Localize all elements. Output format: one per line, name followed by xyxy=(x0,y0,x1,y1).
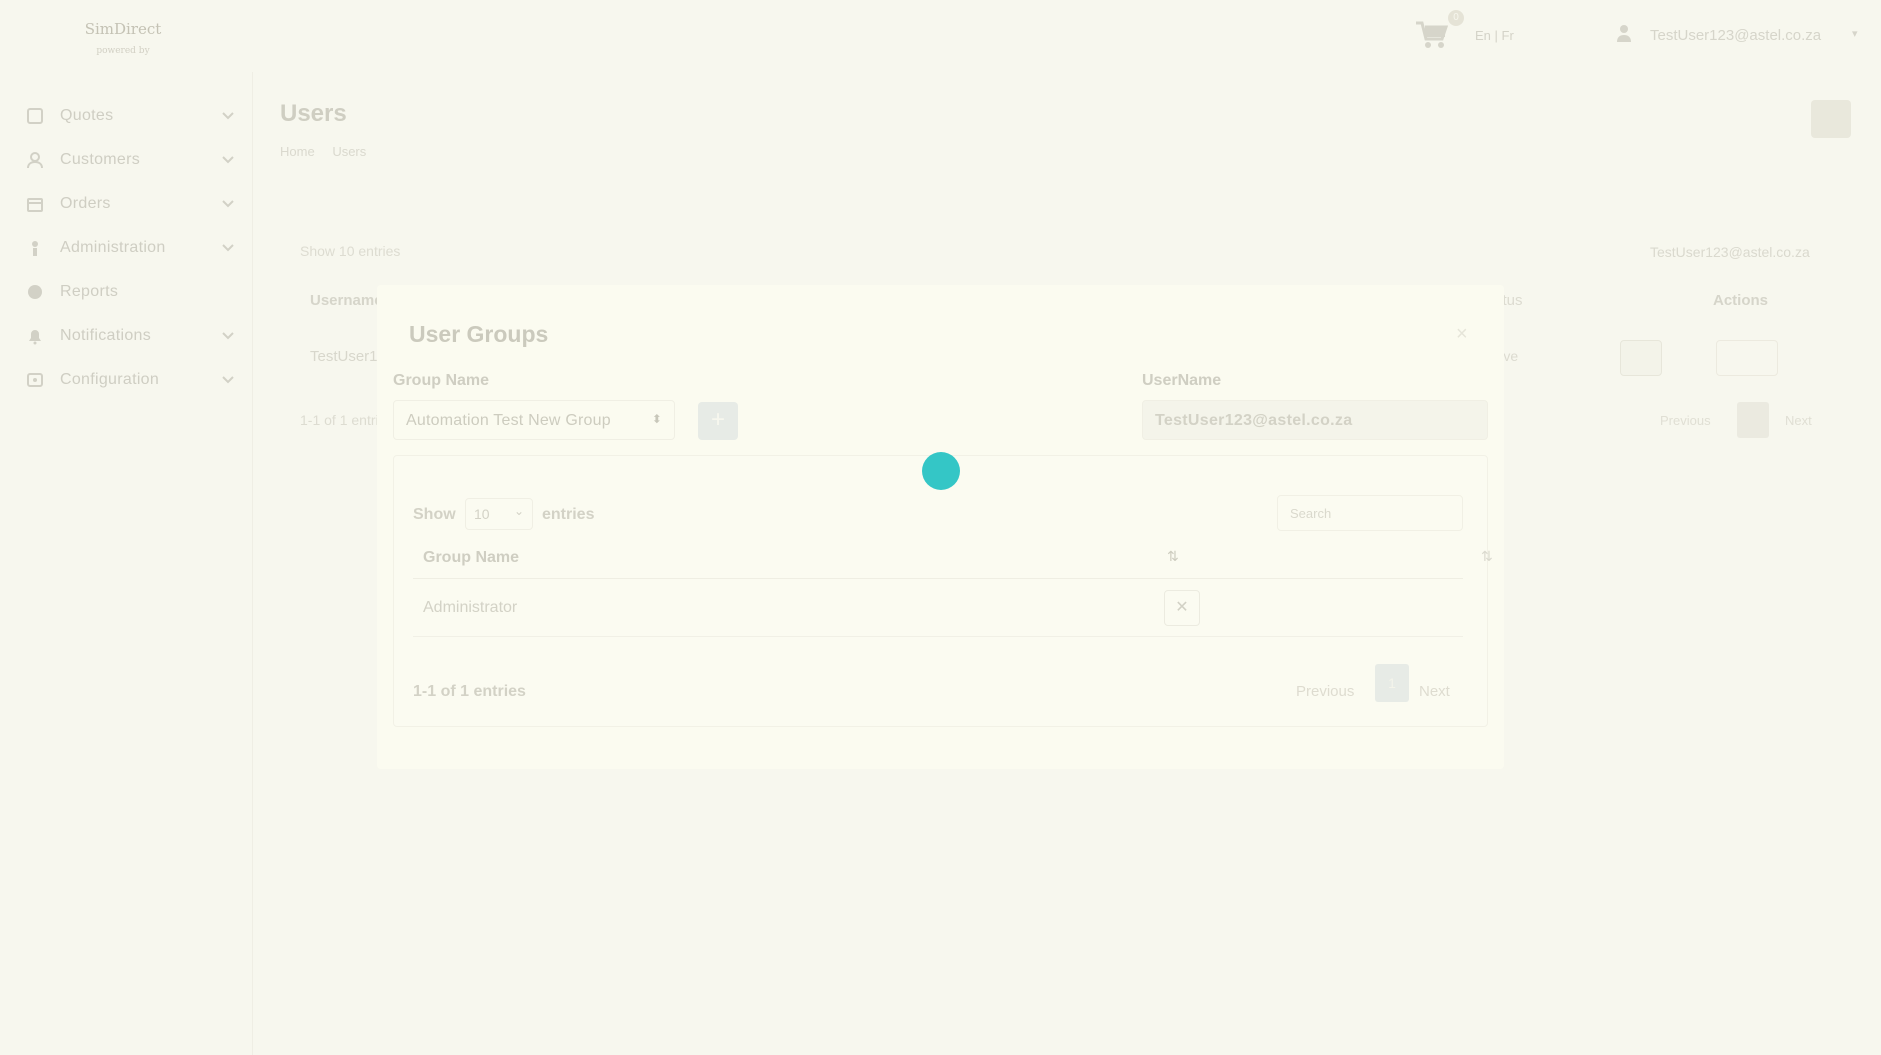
page-next-button[interactable]: Next xyxy=(1785,413,1812,428)
sidebar-item-label: Configuration xyxy=(60,371,160,388)
sidebar-item-orders[interactable]: Orders xyxy=(0,182,253,226)
sidebar-item-label: Reports xyxy=(60,283,119,300)
entries-per-page-select[interactable]: 10 ⌄ xyxy=(465,498,533,530)
sidebar: Quotes Customers Orders Administration R… xyxy=(0,72,253,1055)
chevron-down-icon xyxy=(222,376,234,384)
admin-icon xyxy=(32,241,38,256)
column-header-group-name[interactable]: Group Name xyxy=(423,549,519,567)
more-actions-button[interactable] xyxy=(1716,340,1778,376)
language-switch[interactable]: En | Fr xyxy=(1475,28,1514,43)
chevron-down-icon[interactable]: ▾ xyxy=(1852,27,1858,40)
page-show-entries[interactable]: Show 10 entries xyxy=(300,243,400,259)
bell-icon xyxy=(29,330,41,345)
chevron-down-icon xyxy=(222,200,234,208)
close-icon[interactable]: × xyxy=(1456,323,1468,346)
box-icon xyxy=(27,198,43,212)
sort-icon[interactable]: ⇅ xyxy=(1167,548,1179,565)
sidebar-item-quotes[interactable]: Quotes xyxy=(0,94,253,138)
show-label: Show xyxy=(413,506,456,523)
sidebar-item-administration[interactable]: Administration xyxy=(0,226,253,270)
user-icon xyxy=(27,152,43,169)
previous-button[interactable]: Previous xyxy=(1296,683,1354,700)
user-groups-modal: User Groups × Group Name UserName Automa… xyxy=(377,285,1504,769)
sidebar-item-label: Orders xyxy=(60,195,111,212)
add-user-button[interactable] xyxy=(1811,100,1851,138)
chevron-down-icon xyxy=(222,244,234,252)
group-name-select[interactable]: Automation Test New Group ⬍ xyxy=(393,400,675,440)
column-header-username[interactable]: Username xyxy=(310,292,383,309)
remove-group-button[interactable]: ✕ xyxy=(1164,590,1200,626)
sidebar-item-label: Customers xyxy=(60,151,141,168)
username-label: UserName xyxy=(1142,372,1222,389)
search-input[interactable]: Search xyxy=(1277,495,1463,531)
page-previous-button[interactable]: Previous xyxy=(1660,413,1711,428)
column-header-actions: Actions xyxy=(1713,292,1769,309)
page-number-button[interactable]: 1 xyxy=(1375,664,1409,702)
edit-button[interactable] xyxy=(1620,340,1662,376)
loading-spinner xyxy=(922,452,960,490)
sidebar-item-notifications[interactable]: Notifications xyxy=(0,314,253,358)
sidebar-item-configuration[interactable]: Configuration xyxy=(0,358,253,402)
sidebar-item-reports[interactable]: Reports xyxy=(0,270,253,314)
next-button[interactable]: Next xyxy=(1419,683,1450,700)
group-select-value: Automation Test New Group xyxy=(406,412,611,429)
breadcrumb-current: Users xyxy=(332,144,367,159)
chevron-down-icon xyxy=(222,332,234,340)
user-icon xyxy=(1617,25,1631,42)
modal-title: User Groups xyxy=(409,321,549,347)
sidebar-item-customers[interactable]: Customers xyxy=(0,138,253,182)
plus-icon: + xyxy=(710,406,725,433)
chevron-down-icon xyxy=(222,156,234,164)
cart-icon[interactable] xyxy=(1414,20,1448,50)
user-menu[interactable]: TestUser123@astel.co.za xyxy=(1650,27,1821,44)
logo-text: SimDirect xyxy=(84,20,162,38)
config-icon xyxy=(27,373,43,387)
breadcrumb: Home Users xyxy=(280,144,380,159)
cart-badge: 0 xyxy=(1448,10,1464,26)
file-icon xyxy=(27,108,43,124)
sidebar-item-label: Administration xyxy=(60,239,166,256)
sort-icon[interactable]: ⇅ xyxy=(1481,548,1493,565)
sidebar-item-label: Notifications xyxy=(60,327,152,344)
group-name-label: Group Name xyxy=(393,372,490,389)
add-group-button[interactable]: + xyxy=(698,402,738,440)
logo[interactable]: SimDirect powered by xyxy=(78,22,168,62)
select-arrows-icon: ⬍ xyxy=(651,412,662,426)
page-search-input[interactable]: TestUser123@astel.co.za xyxy=(1650,244,1810,260)
top-bar: SimDirect powered by 0 En | Fr TestUser1… xyxy=(0,0,1881,72)
entries-label: entries xyxy=(542,506,595,523)
entries-per-page-value: 10 xyxy=(474,506,490,522)
table-row: Administrator ✕ xyxy=(413,579,1463,637)
close-icon: ✕ xyxy=(1175,599,1189,616)
report-icon xyxy=(28,285,42,299)
chevron-down-icon xyxy=(222,112,234,120)
username-field[interactable]: TestUser123@astel.co.za xyxy=(1142,400,1488,440)
entries-count: 1-1 of 1 entries xyxy=(413,683,526,700)
page-number-button[interactable] xyxy=(1737,402,1769,438)
sidebar-item-label: Quotes xyxy=(60,107,114,124)
breadcrumb-home[interactable]: Home xyxy=(280,144,315,159)
page-title: Users xyxy=(280,100,347,127)
group-name-cell: Administrator xyxy=(423,599,518,616)
chevron-down-icon: ⌄ xyxy=(513,504,524,518)
logo-subtitle: powered by xyxy=(96,46,150,56)
table-header-row: Group Name ⇅ ⇅ xyxy=(413,535,1493,579)
